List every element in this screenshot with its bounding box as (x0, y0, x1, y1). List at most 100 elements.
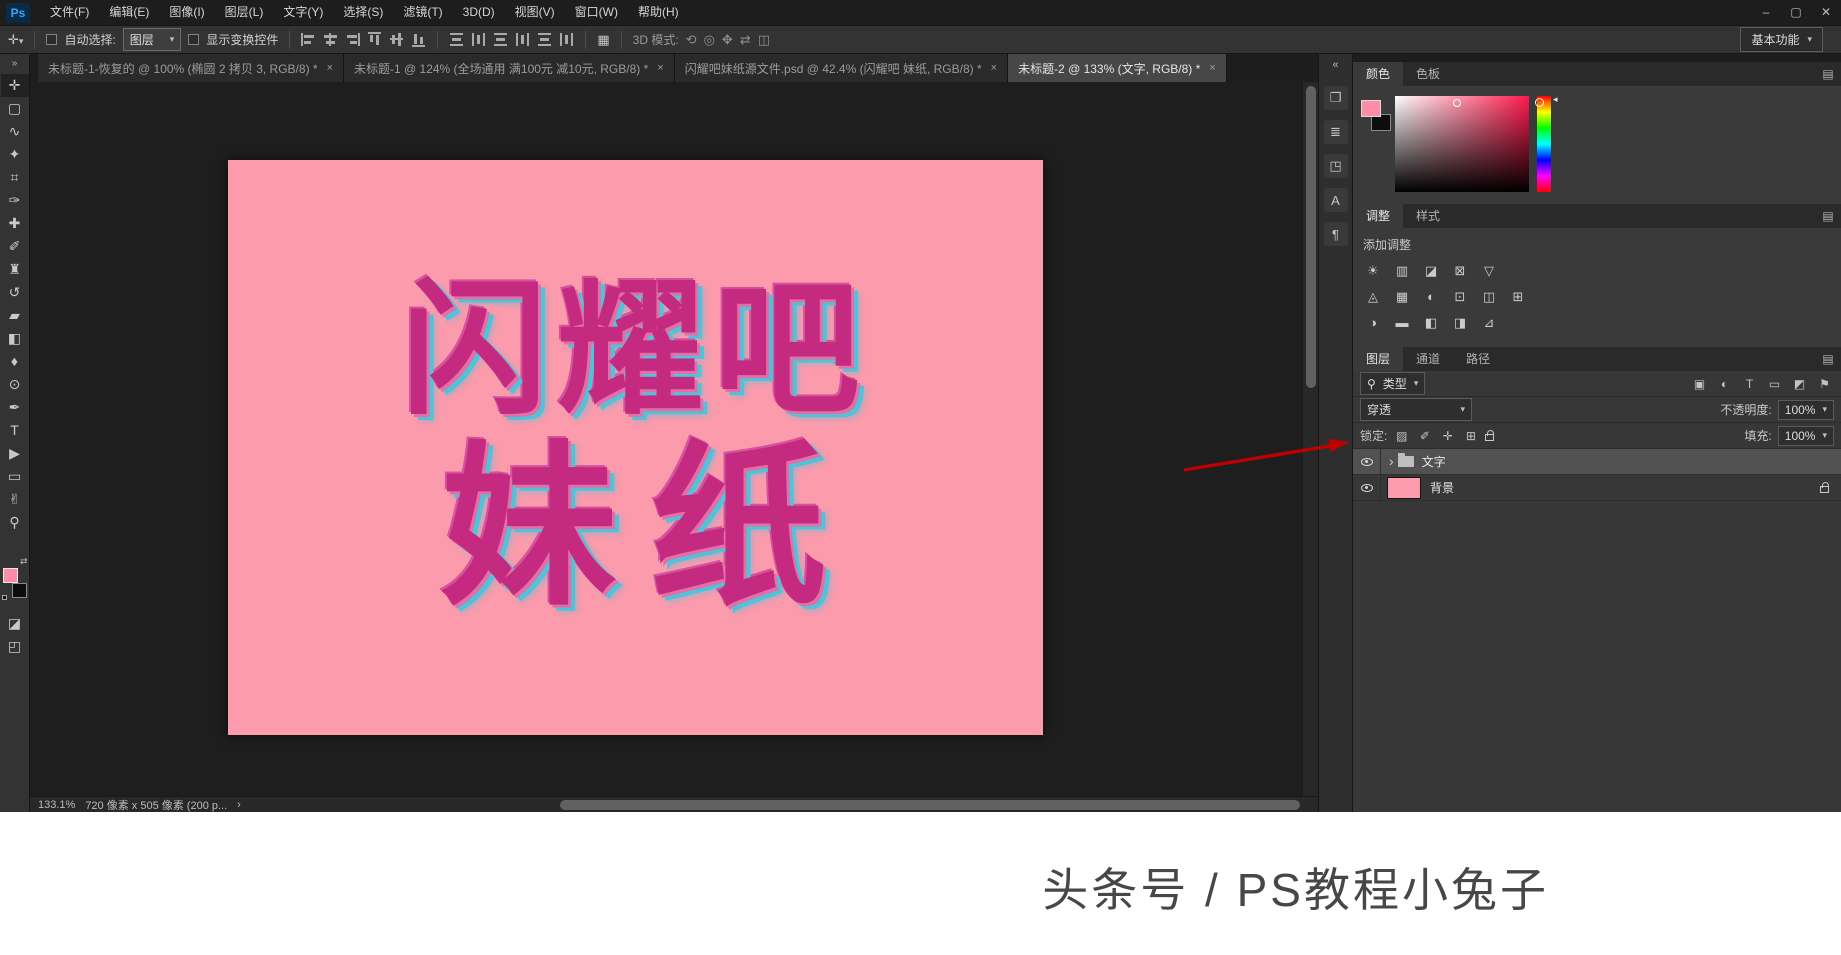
auto-select-checkbox[interactable] (46, 34, 57, 45)
lock-pixels-icon[interactable]: ✐ (1416, 429, 1433, 443)
filter-pixel-layers-icon[interactable]: ▣ (1690, 377, 1709, 391)
adj-exposure-icon[interactable]: ⊠ (1450, 261, 1470, 280)
distribute-top-icon[interactable] (449, 33, 464, 46)
tab-close-icon[interactable]: × (1209, 62, 1215, 74)
close-button[interactable]: ✕ (1811, 0, 1841, 25)
distribute-right-icon[interactable] (560, 32, 573, 47)
collapsed-panel-icon-1[interactable]: ❐ (1324, 86, 1348, 110)
status-chevron-icon[interactable]: › (237, 799, 241, 811)
tool-gradient[interactable]: ◧ (1, 327, 29, 350)
menu-window[interactable]: 窗口(W) (565, 0, 628, 25)
filter-toggle-icon[interactable]: ⚑ (1815, 377, 1834, 391)
adj-color-lookup-icon[interactable]: ⊞ (1508, 287, 1528, 306)
tool-dodge[interactable]: ⊙ (1, 373, 29, 396)
menu-help[interactable]: 帮助(H) (628, 0, 689, 25)
filter-smart-objects-icon[interactable]: ◩ (1790, 377, 1809, 391)
adj-posterize-icon[interactable]: ▬ (1392, 313, 1412, 332)
tab-channels[interactable]: 通道 (1403, 347, 1453, 371)
layer-thumbnail[interactable] (1387, 477, 1421, 499)
tool-lasso[interactable]: ∿ (1, 120, 29, 143)
group-expand-caret[interactable]: › (1389, 453, 1394, 469)
toolbar-expand-icon[interactable]: » (12, 54, 18, 74)
tool-hand[interactable]: ✌ (1, 488, 29, 511)
screen-mode-button[interactable]: ◰ (1, 635, 29, 658)
filter-adjustment-layers-icon[interactable]: ◐ (1715, 377, 1734, 391)
default-colors-icon[interactable] (2, 595, 7, 600)
menu-file[interactable]: 文件(F) (40, 0, 99, 25)
tool-eraser[interactable]: ▰ (1, 304, 29, 327)
maximize-button[interactable]: ▢ (1781, 0, 1811, 25)
align-h-center-icon[interactable] (323, 33, 338, 46)
foreground-color-swatch[interactable] (1361, 100, 1381, 117)
tool-clone-stamp[interactable]: ♜ (1, 258, 29, 281)
layer-name[interactable]: 背景 (1430, 479, 1454, 496)
character-panel-icon[interactable]: A (1324, 188, 1348, 212)
tool-eyedropper[interactable]: ✑ (1, 189, 29, 212)
layer-name[interactable]: 文字 (1422, 453, 1446, 470)
horizontal-scrollbar-thumb[interactable] (560, 800, 1300, 810)
tab-swatches[interactable]: 色板 (1403, 62, 1453, 86)
align-left-icon[interactable] (301, 33, 316, 46)
tool-quick-select[interactable]: ✦ (1, 143, 29, 166)
3d-slide-icon[interactable]: ⇄ (740, 33, 751, 47)
tab-adjustments[interactable]: 调整 (1353, 204, 1403, 228)
menu-filter[interactable]: 滤镜(T) (393, 0, 452, 25)
foreground-color-swatch[interactable] (3, 568, 18, 583)
adj-curves-icon[interactable]: ◪ (1421, 261, 1441, 280)
menu-layer[interactable]: 图层(L) (215, 0, 274, 25)
3d-scale-icon[interactable]: ◫ (758, 33, 770, 47)
workspace-switcher[interactable]: 基本功能 ▾ (1740, 27, 1823, 52)
collapse-panels-icon[interactable]: « (1332, 54, 1338, 76)
collapsed-panel-icon-2[interactable]: ≣ (1324, 120, 1348, 144)
saturation-brightness-picker[interactable] (1395, 96, 1529, 192)
adj-color-balance-icon[interactable]: ▦ (1392, 287, 1412, 306)
adj-invert-icon[interactable]: ◑ (1363, 313, 1383, 332)
auto-align-icon[interactable]: ▦ (597, 33, 609, 47)
tab-styles[interactable]: 样式 (1403, 204, 1453, 228)
tab-layers[interactable]: 图层 (1353, 347, 1403, 371)
panel-menu-icon[interactable]: ▤ (1815, 204, 1841, 228)
menu-view[interactable]: 视图(V) (505, 0, 565, 25)
lock-all-icon[interactable] (1485, 434, 1494, 441)
document-tab-1[interactable]: 未标题-1-恢复的 @ 100% (椭圆 2 拷贝 3, RGB/8) * × (38, 54, 344, 82)
tool-type[interactable]: T (1, 419, 29, 442)
vertical-scrollbar-thumb[interactable] (1306, 86, 1316, 388)
distribute-bottom-icon[interactable] (493, 33, 508, 46)
document-tab-3[interactable]: 闪耀吧妹纸源文件.psd @ 42.4% (闪耀吧 妹纸, RGB/8) * × (675, 54, 1008, 82)
align-v-center-icon[interactable] (390, 32, 403, 47)
lock-artboard-icon[interactable]: ⊞ (1462, 429, 1479, 443)
tab-close-icon[interactable]: × (327, 62, 333, 74)
filter-shape-layers-icon[interactable]: ▭ (1765, 377, 1784, 391)
menu-3d[interactable]: 3D(D) (453, 0, 505, 25)
minimize-button[interactable]: – (1751, 0, 1781, 25)
adj-channel-mixer-icon[interactable]: ◫ (1479, 287, 1499, 306)
adj-gradient-map-icon[interactable]: ◨ (1450, 313, 1470, 332)
canvas-area[interactable]: 闪耀吧 妹纸 (30, 82, 1302, 796)
document-canvas[interactable]: 闪耀吧 妹纸 (228, 160, 1043, 735)
collapsed-panel-icon-3[interactable]: ◳ (1324, 154, 1348, 178)
3d-pan-icon[interactable]: ✥ (722, 33, 733, 47)
document-tab-2[interactable]: 未标题-1 @ 124% (全场通用 满100元 减10元, RGB/8) * … (344, 54, 675, 82)
tool-history-brush[interactable]: ↺ (1, 281, 29, 304)
tool-pen[interactable]: ✒ (1, 396, 29, 419)
tool-preset-button[interactable]: ✛ ▾ (8, 33, 23, 47)
opacity-dropdown[interactable]: 100% ▾ (1778, 400, 1834, 420)
distribute-h-center-icon[interactable] (537, 33, 552, 46)
tool-blur[interactable]: ♦ (1, 350, 29, 373)
tool-zoom[interactable]: ⚲ (1, 511, 29, 534)
color-picker-marker[interactable] (1453, 99, 1461, 107)
visibility-toggle[interactable] (1353, 475, 1381, 500)
tab-close-icon[interactable]: × (991, 62, 997, 74)
tool-rectangle[interactable]: ▭ (1, 465, 29, 488)
adj-levels-icon[interactable]: ▥ (1392, 261, 1412, 280)
adj-vibrance-icon[interactable]: ▽ (1479, 261, 1499, 280)
menu-type[interactable]: 文字(Y) (273, 0, 333, 25)
align-right-icon[interactable] (345, 33, 360, 46)
auto-select-target-dropdown[interactable]: 图层 ▾ (123, 28, 182, 51)
menu-select[interactable]: 选择(S) (333, 0, 393, 25)
panel-menu-icon[interactable]: ▤ (1815, 347, 1841, 371)
3d-roll-icon[interactable]: ◎ (704, 33, 715, 47)
menu-image[interactable]: 图像(I) (159, 0, 214, 25)
layer-row-text-group[interactable]: › 文字 (1353, 449, 1841, 475)
color-swatch-widget[interactable]: ⇄ (2, 568, 28, 598)
